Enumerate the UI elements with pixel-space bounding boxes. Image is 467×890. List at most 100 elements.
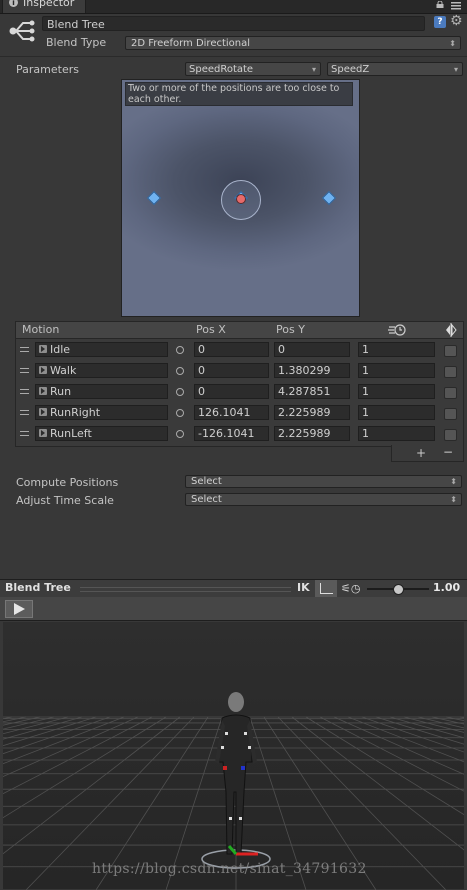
- sample-point-runleft[interactable]: [146, 190, 162, 206]
- info-icon: i: [9, 0, 18, 7]
- drag-handle-icon[interactable]: [20, 389, 29, 394]
- mirror-checkbox[interactable]: [444, 408, 457, 420]
- animation-clip-icon: [39, 429, 47, 437]
- mirror-checkbox[interactable]: [444, 387, 457, 399]
- ground-grid: [3, 692, 464, 890]
- object-picker-icon[interactable]: [176, 367, 184, 375]
- pos-y-input[interactable]: 0: [274, 342, 350, 357]
- parameter-x-dropdown[interactable]: SpeedRotate ▾: [185, 62, 321, 76]
- speed-input[interactable]: 1: [358, 342, 435, 357]
- motion-row: Idle 0 0 1: [16, 340, 463, 361]
- pos-y-input[interactable]: 2.225989: [274, 426, 350, 441]
- lock-icon[interactable]: [436, 1, 444, 8]
- drag-handle-icon[interactable]: [20, 431, 29, 436]
- sample-point-runright[interactable]: [321, 190, 337, 206]
- motion-row: Walk 0 1.380299 1: [16, 361, 463, 382]
- parameter-y-dropdown[interactable]: SpeedZ ▾: [327, 62, 463, 76]
- blend-type-value: 2D Freeform Directional: [131, 38, 251, 49]
- dropdown-arrow-icon: ▾: [311, 65, 316, 74]
- graph-warning: Two or more of the positions are too clo…: [125, 82, 353, 106]
- motion-name: RunRight: [50, 406, 101, 419]
- pos-x-input[interactable]: 0: [194, 342, 269, 357]
- mirror-checkbox[interactable]: [444, 345, 457, 357]
- header-motion: Motion: [22, 323, 60, 336]
- mirror-checkbox[interactable]: [444, 366, 457, 378]
- resize-handle[interactable]: [80, 587, 291, 592]
- motion-field[interactable]: Run: [35, 384, 168, 399]
- blend-type-dropdown[interactable]: 2D Freeform Directional ⬍: [125, 36, 461, 50]
- remove-motion-button[interactable]: −: [443, 445, 453, 459]
- motion-row: RunRight 126.1041 2.225989 1: [16, 403, 463, 424]
- pos-y-input[interactable]: 2.225989: [274, 405, 350, 420]
- drag-handle-icon[interactable]: [20, 410, 29, 415]
- pos-y-input[interactable]: 1.380299: [274, 363, 350, 378]
- preview-viewport[interactable]: [3, 622, 464, 890]
- blend-tree-name-input[interactable]: Blend Tree: [42, 16, 425, 31]
- drag-handle-icon[interactable]: [20, 347, 29, 352]
- speed-input[interactable]: 1: [358, 363, 435, 378]
- adjust-time-scale-dropdown[interactable]: Select ⬍: [185, 493, 462, 506]
- speed-input[interactable]: 1: [358, 384, 435, 399]
- parameter-x-value: SpeedRotate: [189, 64, 254, 75]
- motion-field[interactable]: RunRight: [35, 405, 168, 420]
- compute-positions-value: Select: [191, 476, 222, 487]
- motion-row: RunLeft -126.1041 2.225989 1: [16, 424, 463, 445]
- animation-clip-icon: [39, 387, 47, 395]
- playback-speed-value: 1.00: [433, 581, 461, 594]
- animation-clip-icon: [39, 345, 47, 353]
- mirror-checkbox[interactable]: [444, 429, 457, 441]
- header-pos-x: Pos X: [196, 323, 226, 336]
- pos-x-input[interactable]: 0: [194, 384, 269, 399]
- add-motion-button[interactable]: +: [416, 446, 426, 460]
- speed-input[interactable]: 1: [358, 405, 435, 420]
- motion-name: RunLeft: [50, 427, 92, 440]
- motion-list: Motion Pos X Pos Y Idle 0 0 1 Walk 0 1.3…: [15, 321, 464, 447]
- tab-inspector[interactable]: i Inspector: [2, 0, 86, 13]
- blend-space-graph[interactable]: Two or more of the positions are too clo…: [121, 79, 360, 317]
- pivot-icon: [320, 583, 333, 594]
- compute-positions-label: Compute Positions: [16, 476, 119, 489]
- motion-field[interactable]: RunLeft: [35, 426, 168, 441]
- gear-icon[interactable]: ⚙: [450, 14, 463, 28]
- object-picker-icon[interactable]: [176, 346, 184, 354]
- slider-thumb[interactable]: [393, 584, 404, 595]
- blend-type-label: Blend Type: [46, 36, 107, 49]
- parameter-y-value: SpeedZ: [331, 64, 370, 75]
- pos-x-input[interactable]: -126.1041: [194, 426, 269, 441]
- adjust-time-scale-value: Select: [191, 494, 222, 505]
- playback-speed-icon: ⚟◷: [341, 582, 361, 595]
- dropdown-arrow-icon: ⬍: [450, 495, 457, 504]
- pos-y-input[interactable]: 4.287851: [274, 384, 350, 399]
- tab-inspector-label: Inspector: [23, 0, 75, 9]
- dropdown-arrow-icon: ⬍: [450, 477, 457, 486]
- ik-toggle[interactable]: IK: [297, 581, 310, 594]
- speed-input[interactable]: 1: [358, 426, 435, 441]
- pos-x-input[interactable]: 0: [194, 363, 269, 378]
- speed-icon: [388, 324, 406, 336]
- help-icon[interactable]: ?: [434, 16, 446, 28]
- current-blend-marker[interactable]: [236, 194, 246, 204]
- object-picker-icon[interactable]: [176, 409, 184, 417]
- object-picker-icon[interactable]: [176, 430, 184, 438]
- motion-field[interactable]: Idle: [35, 342, 168, 357]
- motion-field[interactable]: Walk: [35, 363, 168, 378]
- object-picker-icon[interactable]: [176, 388, 184, 396]
- pos-x-input[interactable]: 126.1041: [194, 405, 269, 420]
- header-pos-y: Pos Y: [276, 323, 305, 336]
- parameters-label: Parameters: [16, 63, 79, 76]
- play-icon: [14, 603, 25, 615]
- tab-bar: i Inspector: [0, 0, 467, 14]
- context-menu-icon[interactable]: [451, 2, 461, 10]
- preview-toolbar: [0, 597, 467, 621]
- divider: [0, 56, 467, 57]
- mirror-icon: [446, 323, 457, 337]
- motion-row: Run 0 4.287851 1: [16, 382, 463, 403]
- dropdown-arrow-icon: ⬍: [449, 39, 456, 48]
- animation-clip-icon: [39, 408, 47, 416]
- compute-positions-dropdown[interactable]: Select ⬍: [185, 475, 462, 488]
- dropdown-arrow-icon: ▾: [453, 65, 458, 74]
- animation-clip-icon: [39, 366, 47, 374]
- drag-handle-icon[interactable]: [20, 368, 29, 373]
- adjust-time-scale-label: Adjust Time Scale: [16, 494, 114, 507]
- motion-name: Idle: [50, 343, 71, 356]
